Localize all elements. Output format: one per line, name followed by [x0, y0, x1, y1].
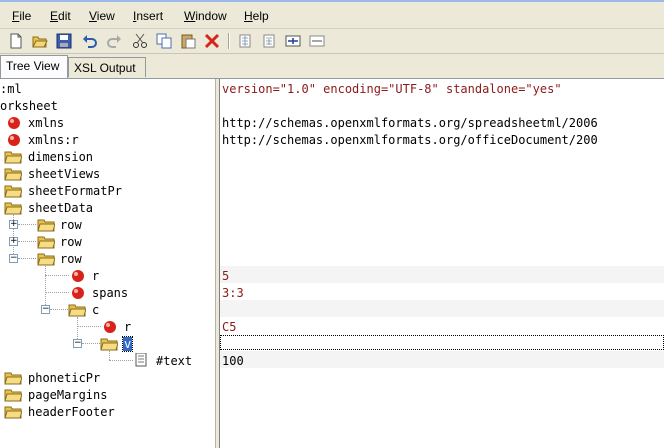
- tree-node-row[interactable]: row: [60, 234, 82, 251]
- value-row-stripe: [220, 351, 664, 368]
- collapse-toggle[interactable]: −: [9, 254, 18, 263]
- collapse-icon[interactable]: [308, 32, 326, 50]
- tree-node-dimension[interactable]: dimension: [28, 149, 93, 166]
- menu-help[interactable]: Help: [244, 9, 269, 23]
- open-folder-icon[interactable]: [31, 32, 49, 50]
- tree-line: [109, 360, 133, 361]
- tab-tree-view[interactable]: Tree View: [0, 55, 68, 78]
- copy-icon[interactable]: [155, 32, 173, 50]
- cut-icon[interactable]: [131, 32, 149, 50]
- collapse-toggle[interactable]: −: [41, 305, 50, 314]
- tree-line: [18, 241, 36, 242]
- tab-xsl-output[interactable]: XSL Output: [68, 57, 146, 77]
- tree-node-c-r[interactable]: r: [124, 319, 131, 336]
- tree-node-headerfooter[interactable]: headerFooter: [28, 404, 115, 421]
- value-c-r: C5: [222, 320, 237, 334]
- tree-node-row[interactable]: row: [60, 217, 82, 234]
- attribute-icon: [104, 321, 116, 333]
- tree-line: [18, 224, 36, 225]
- tree-line: [82, 343, 100, 344]
- new-file-icon[interactable]: [7, 32, 25, 50]
- value-r: 5: [222, 269, 230, 283]
- delete-icon[interactable]: [203, 32, 221, 50]
- tree-node-pagemargins[interactable]: pageMargins: [28, 387, 107, 404]
- menu-window[interactable]: Window: [184, 9, 227, 23]
- menu-file[interactable]: File: [12, 9, 31, 23]
- folder-icon: [4, 151, 22, 164]
- toolbar: [0, 29, 664, 54]
- save-icon[interactable]: [55, 32, 73, 50]
- tree-node-sheetformatpr[interactable]: sheetFormatPr: [28, 183, 122, 200]
- tree-node-phoneticpr[interactable]: phoneticPr: [28, 370, 100, 387]
- tree-line: [45, 292, 69, 293]
- view-tabs: Tree View XSL Output: [0, 54, 664, 78]
- tree-line: [109, 351, 110, 360]
- selected-row-outline: [220, 335, 664, 350]
- folder-icon: [4, 389, 22, 402]
- tree-line: [45, 266, 46, 309]
- expand-icon[interactable]: [284, 32, 302, 50]
- tree-node-v[interactable]: v: [121, 336, 134, 353]
- folder-icon: [4, 372, 22, 385]
- toolbar-separator: [228, 33, 230, 49]
- folder-open-icon: [100, 338, 118, 351]
- tree-node-xml[interactable]: :ml: [0, 81, 22, 98]
- value-text: 100: [222, 354, 244, 368]
- folder-icon: [4, 185, 22, 198]
- tree-node-worksheet[interactable]: orksheet: [0, 98, 58, 115]
- tree-node-text[interactable]: #text: [156, 353, 192, 370]
- expand-toggle[interactable]: +: [9, 237, 18, 246]
- tree-node-xmlns-r[interactable]: xmlns:r: [28, 132, 79, 149]
- outdent-icon[interactable]: [260, 32, 278, 50]
- tree-node-row[interactable]: row: [60, 251, 82, 268]
- selected-node-label: v: [121, 336, 134, 352]
- indent-icon[interactable]: [236, 32, 254, 50]
- value-row-stripe: [220, 266, 664, 283]
- value-row-stripe: [220, 300, 664, 317]
- pane-splitter[interactable]: [215, 79, 220, 448]
- menu-insert[interactable]: Insert: [133, 9, 163, 23]
- tree-line: [18, 258, 36, 259]
- value-spans: 3:3: [222, 286, 244, 300]
- folder-icon: [37, 219, 55, 232]
- tree-node-c[interactable]: c: [92, 302, 99, 319]
- attribute-icon: [8, 117, 20, 129]
- value-xmlns: http://schemas.openxmlformats.org/spread…: [222, 116, 598, 130]
- paste-icon[interactable]: [179, 32, 197, 50]
- tree-line: [45, 275, 69, 276]
- expand-toggle[interactable]: +: [9, 220, 18, 229]
- tree-node-sheetdata[interactable]: sheetData: [28, 200, 93, 217]
- value-xmlns-r: http://schemas.openxmlformats.org/office…: [222, 133, 598, 147]
- collapse-toggle[interactable]: −: [73, 339, 82, 348]
- tree-node-spans[interactable]: spans: [92, 285, 128, 302]
- attribute-icon: [72, 287, 84, 299]
- folder-open-icon: [68, 304, 86, 317]
- folder-icon: [4, 406, 22, 419]
- tree-view-panel: :ml version="1.0" encoding="UTF-8" stand…: [0, 78, 664, 448]
- tree-line: [77, 326, 101, 327]
- folder-icon: [37, 236, 55, 249]
- folder-open-icon: [37, 253, 55, 266]
- text-node-icon: [135, 353, 147, 367]
- menu-bar: File Edit View Insert Window Help: [0, 2, 664, 29]
- menu-edit[interactable]: Edit: [50, 9, 71, 23]
- tree-node-xmlns[interactable]: xmlns: [28, 115, 64, 132]
- attribute-icon: [72, 270, 84, 282]
- value-xml-declaration: version="1.0" encoding="UTF-8" standalon…: [222, 82, 562, 96]
- folder-icon: [4, 168, 22, 181]
- folder-open-icon: [4, 202, 22, 215]
- tree-line: [50, 309, 68, 310]
- attribute-icon: [8, 134, 20, 146]
- undo-icon[interactable]: [81, 32, 99, 50]
- tree-node-sheetviews[interactable]: sheetViews: [28, 166, 100, 183]
- menu-view[interactable]: View: [89, 9, 115, 23]
- redo-icon[interactable]: [105, 32, 123, 50]
- tree-node-r[interactable]: r: [92, 268, 99, 285]
